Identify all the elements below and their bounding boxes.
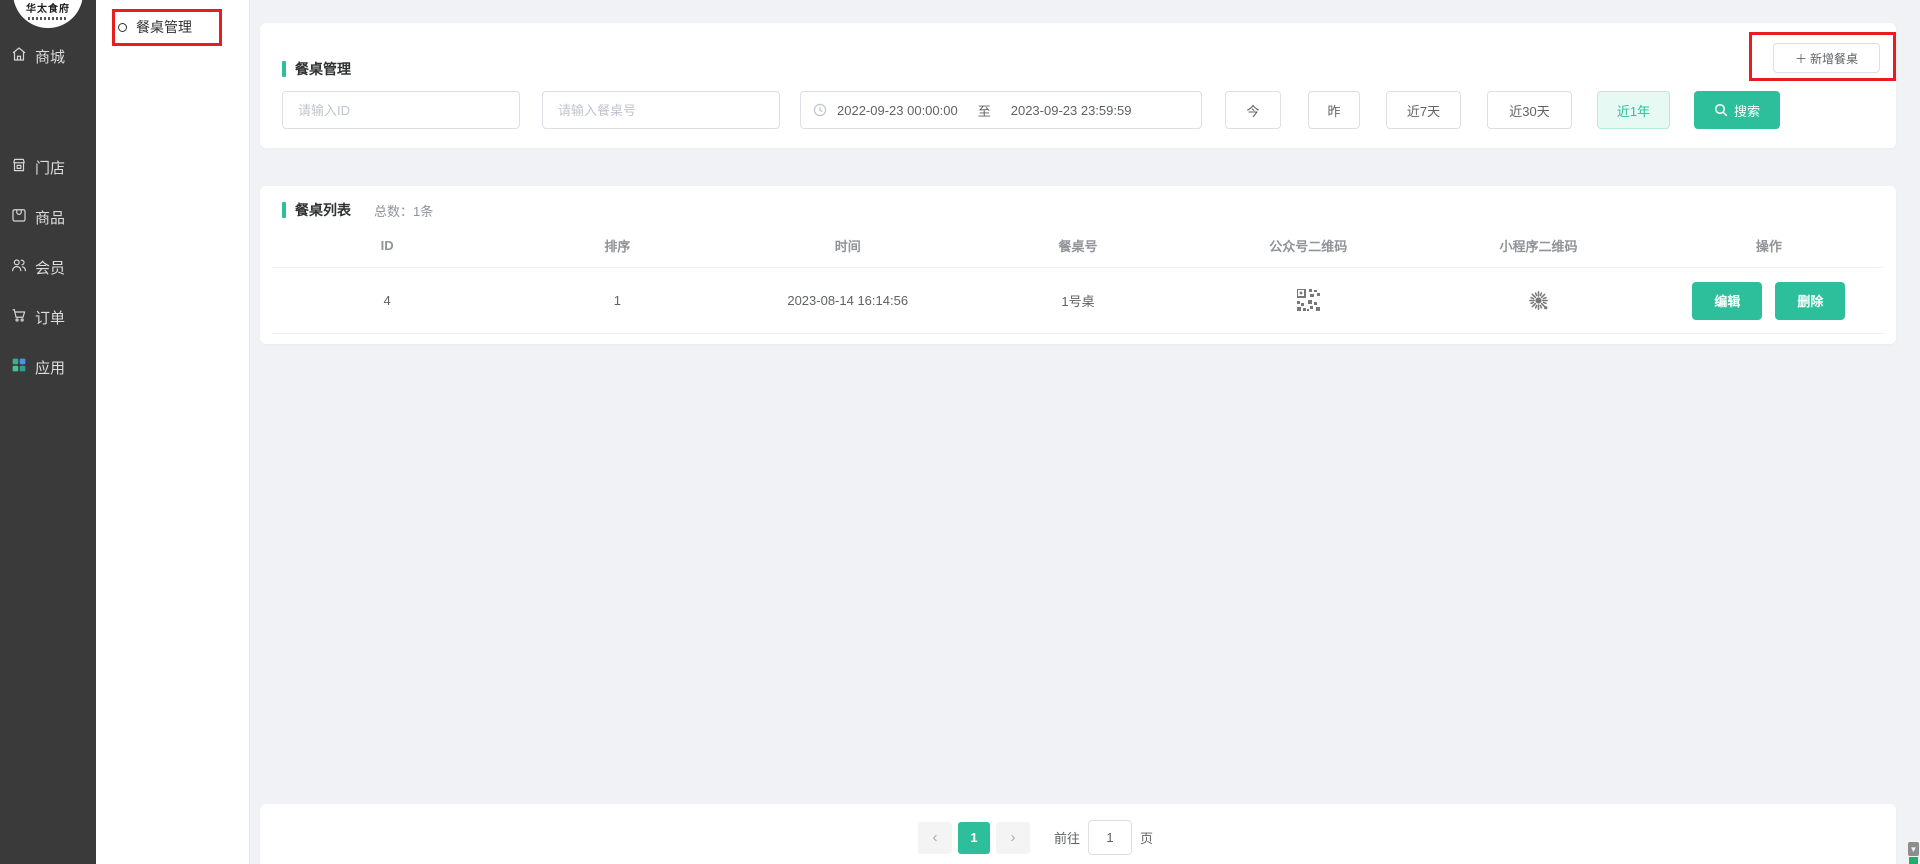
submenu-panel: 餐桌管理 <box>96 0 250 864</box>
table-number-input[interactable] <box>542 91 780 129</box>
radio-circle-icon <box>118 23 127 32</box>
id-input[interactable] <box>282 91 520 129</box>
add-table-label: 新增餐桌 <box>1810 50 1858 67</box>
quick-filter-30days[interactable]: 近30天 <box>1487 91 1572 129</box>
date-start: 2022-09-23 00:00:00 <box>837 103 958 118</box>
list-total: 总数：1条 <box>374 201 433 220</box>
cell-sort: 1 <box>502 268 732 333</box>
sidebar-item-orders[interactable]: 订单 <box>0 304 96 330</box>
date-end: 2023-09-23 23:59:59 <box>1011 103 1132 118</box>
quick-filter-today[interactable]: 今 <box>1225 91 1281 129</box>
quick-filter-1year[interactable]: 近1年 <box>1597 91 1670 129</box>
search-icon <box>1714 103 1728 117</box>
sidebar-item-goods[interactable]: 商品 <box>0 204 96 230</box>
app-logo: 华太食府 <box>13 0 83 28</box>
table-row: 4 1 2023-08-14 16:14:56 1号桌 <box>272 268 1884 334</box>
accent-bar <box>282 202 286 218</box>
cell-miniapp-qr <box>1423 268 1653 333</box>
table-card: 餐桌列表 总数：1条 ID 排序 时间 餐桌号 公众号二维码 小程序二维码 操作… <box>260 186 1896 344</box>
pagination: ‹ 1 › 前往 页 <box>918 820 1153 855</box>
logo-subtext <box>28 17 68 20</box>
col-official-qr: 公众号二维码 <box>1193 224 1423 267</box>
sidebar-item-apps[interactable]: 应用 <box>0 354 96 380</box>
tables-table: ID 排序 时间 餐桌号 公众号二维码 小程序二维码 操作 4 1 2023-0… <box>272 224 1884 334</box>
sidebar-item-store[interactable]: 门店 <box>0 154 96 180</box>
cart-icon <box>10 306 28 328</box>
logo-text: 华太食府 <box>26 4 70 15</box>
search-button[interactable]: 搜索 <box>1694 91 1780 129</box>
delete-button[interactable]: 删除 <box>1775 282 1845 320</box>
add-table-button[interactable]: ＋ 新增餐桌 <box>1773 43 1880 73</box>
page-unit-label: 页 <box>1140 828 1153 847</box>
chevron-left-icon: ‹ <box>933 829 938 846</box>
sidebar-item-mall[interactable]: 商城 <box>0 43 96 69</box>
clock-icon <box>813 103 827 117</box>
date-separator: 至 <box>978 101 991 120</box>
chevron-right-icon: › <box>1011 829 1016 846</box>
plus-icon: ＋ <box>1795 50 1807 67</box>
page-scrollbar: ▼ <box>1907 0 1920 864</box>
col-actions: 操作 <box>1654 224 1884 267</box>
miniprogram-qrcode-image[interactable] <box>1525 287 1552 314</box>
prev-page-button[interactable]: ‹ <box>918 822 952 854</box>
storefront-icon <box>10 156 28 178</box>
goto-label: 前往 <box>1054 828 1080 847</box>
page-title: 餐桌管理 <box>295 59 351 79</box>
sidebar-item-label: 商品 <box>35 207 65 228</box>
cell-id: 4 <box>272 268 502 333</box>
date-range-picker[interactable]: 2022-09-23 00:00:00 至 2023-09-23 23:59:5… <box>800 91 1202 129</box>
cell-time: 2023-08-14 16:14:56 <box>733 268 963 333</box>
sidebar-item-label: 商城 <box>35 46 65 67</box>
list-title-block: 餐桌列表 总数：1条 <box>282 200 433 220</box>
list-title: 餐桌列表 <box>295 200 351 220</box>
sidebar-item-label: 会员 <box>35 257 65 278</box>
page-title-block: 餐桌管理 <box>282 59 351 79</box>
current-page-button[interactable]: 1 <box>958 822 990 854</box>
submenu-item-label: 餐桌管理 <box>136 17 192 37</box>
edit-button[interactable]: 编辑 <box>1692 282 1762 320</box>
goto-page-input[interactable] <box>1088 820 1132 855</box>
cell-official-qr <box>1193 268 1423 333</box>
members-icon <box>10 256 28 278</box>
goods-icon <box>10 206 28 228</box>
filter-card: 餐桌管理 ＋ 新增餐桌 2022-09-23 00:00:00 至 2023-0… <box>260 23 1896 148</box>
sidebar-item-label: 门店 <box>35 157 65 178</box>
col-miniapp-qr: 小程序二维码 <box>1423 224 1653 267</box>
accent-bar <box>282 61 286 77</box>
col-id: ID <box>272 224 502 267</box>
scrollbar-down-arrow[interactable]: ▼ <box>1908 842 1919 856</box>
cell-table-number: 1号桌 <box>963 268 1193 333</box>
next-page-button[interactable]: › <box>996 822 1030 854</box>
table-header-row: ID 排序 时间 餐桌号 公众号二维码 小程序二维码 操作 <box>272 224 1884 268</box>
sidebar-item-members[interactable]: 会员 <box>0 254 96 280</box>
sidebar-item-label: 订单 <box>35 307 65 328</box>
pagination-card: ‹ 1 › 前往 页 <box>260 804 1896 864</box>
sidebar-item-label: 应用 <box>35 357 65 378</box>
col-sort: 排序 <box>502 224 732 267</box>
official-account-qrcode-image[interactable] <box>1297 289 1320 312</box>
col-table-number: 餐桌号 <box>963 224 1193 267</box>
cell-actions: 编辑 删除 <box>1654 268 1884 333</box>
home-icon <box>10 45 28 67</box>
col-time: 时间 <box>733 224 963 267</box>
quick-filter-yesterday[interactable]: 昨 <box>1308 91 1360 129</box>
scrollbar-thumb[interactable] <box>1909 857 1918 864</box>
search-label: 搜索 <box>1734 101 1760 120</box>
quick-filter-7days[interactable]: 近7天 <box>1386 91 1461 129</box>
app-sidebar: 华太食府 商城 门店 商品 <box>0 0 96 864</box>
apps-grid-icon <box>10 356 28 378</box>
submenu-item-table-management[interactable]: 餐桌管理 <box>96 14 250 40</box>
